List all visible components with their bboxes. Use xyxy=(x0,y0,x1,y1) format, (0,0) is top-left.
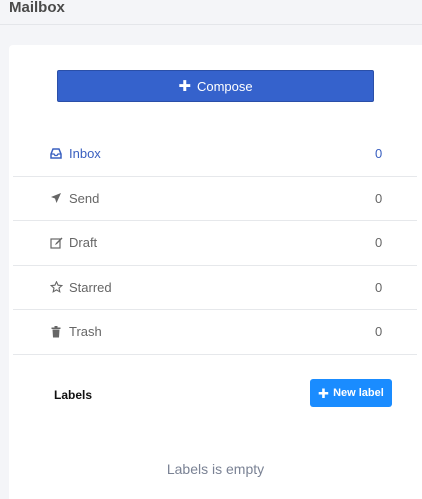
folder-label: Draft xyxy=(69,235,98,251)
labels-heading: Labels xyxy=(54,388,93,402)
edit-icon xyxy=(49,236,63,250)
plus-icon: ✚ xyxy=(318,385,330,401)
folder-count: 0 xyxy=(375,190,383,206)
mailbox-panel: ✚ Compose Inbox 0 Send 0 Draft 0 Starred… xyxy=(9,45,422,499)
page-title: Mailbox xyxy=(9,0,65,16)
new-label-button-label: New label xyxy=(333,387,384,399)
folder-label: Send xyxy=(69,190,100,206)
labels-empty-message: Labels is empty xyxy=(166,461,265,477)
folder-item-send[interactable]: Send 0 xyxy=(13,177,417,221)
folder-label: Starred xyxy=(69,279,112,295)
star-icon xyxy=(49,280,63,294)
new-label-button[interactable]: ✚ New label xyxy=(310,379,392,407)
plus-icon: ✚ xyxy=(178,77,191,95)
folder-item-inbox[interactable]: Inbox 0 xyxy=(13,132,417,177)
inbox-icon xyxy=(49,147,63,161)
folder-label: Inbox xyxy=(69,146,101,162)
folder-count: 0 xyxy=(375,235,383,251)
folder-label: Trash xyxy=(69,324,102,340)
compose-button-label: Compose xyxy=(196,78,253,94)
page-header: Mailbox xyxy=(0,0,422,25)
trash-icon xyxy=(49,325,63,339)
plane-icon xyxy=(49,191,63,205)
folder-item-draft[interactable]: Draft 0 xyxy=(13,221,417,266)
folder-count: 0 xyxy=(375,324,383,340)
folder-item-starred[interactable]: Starred 0 xyxy=(13,266,417,310)
folder-count: 0 xyxy=(375,279,383,295)
folder-count: 0 xyxy=(375,146,383,162)
folder-item-trash[interactable]: Trash 0 xyxy=(13,310,417,355)
folder-list: Inbox 0 Send 0 Draft 0 Starred 0 Trash 0 xyxy=(13,132,417,355)
compose-button[interactable]: ✚ Compose xyxy=(57,70,374,102)
